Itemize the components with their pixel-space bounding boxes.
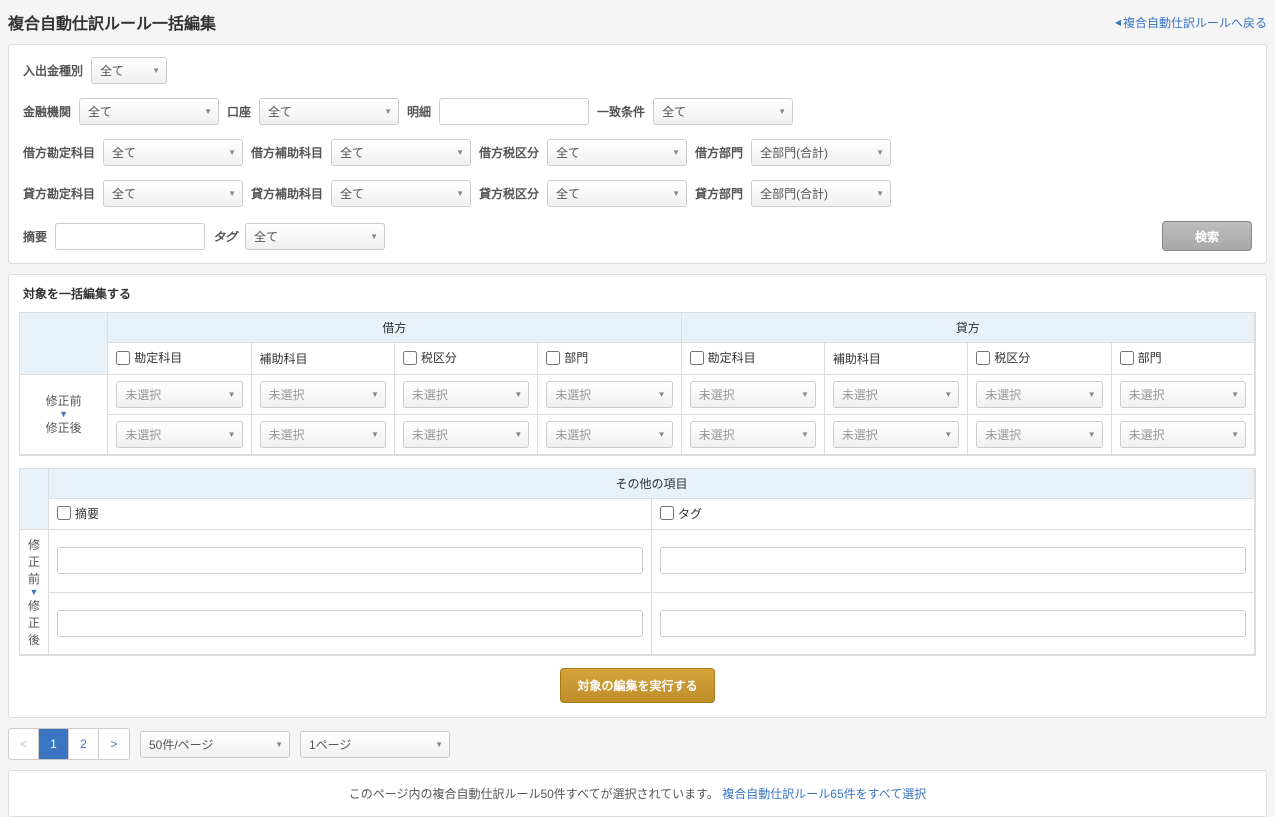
- row-before-label-other: 修正前: [28, 536, 40, 587]
- filter-panel: 入出金種別 全て 金融機関 全て 口座 全て 明細 一致条件 全て 借方勘定科目…: [8, 44, 1267, 264]
- page-1[interactable]: 1: [39, 729, 69, 759]
- label-account: 口座: [227, 103, 251, 120]
- select-tag[interactable]: 全て: [245, 223, 385, 250]
- after-dr-sub[interactable]: 未選択: [260, 421, 386, 448]
- checkbox-dr-item[interactable]: [116, 351, 130, 365]
- before-dr-item[interactable]: 未選択: [116, 381, 242, 408]
- select-all-link[interactable]: 複合自動仕訳ルール65件をすべて選択: [722, 787, 926, 801]
- select-cr-tax[interactable]: 全て: [547, 180, 687, 207]
- select-type[interactable]: 全て: [91, 57, 167, 84]
- page-group: < 1 2 >: [8, 728, 130, 760]
- before-cr-dept[interactable]: 未選択: [1120, 381, 1246, 408]
- execute-button[interactable]: 対象の編集を実行する: [560, 668, 714, 703]
- label-dr-dept: 借方部門: [695, 144, 743, 161]
- pagination: < 1 2 > 50件/ページ 1ページ: [8, 728, 1267, 760]
- select-cr-sub[interactable]: 全て: [331, 180, 471, 207]
- after-cr-item[interactable]: 未選択: [690, 421, 816, 448]
- label-match: 一致条件: [597, 103, 645, 120]
- input-detail[interactable]: [439, 98, 589, 125]
- page-next[interactable]: >: [99, 729, 129, 759]
- page-header: 複合自動仕訳ルール一括編集 複合自動仕訳ルールへ戻る: [8, 10, 1267, 34]
- row-after-label: 修正後: [28, 419, 99, 436]
- after-dr-item[interactable]: 未選択: [116, 421, 242, 448]
- bulk-table-other: その他の項目 摘要 タグ 修正前 ▼ 修正後: [19, 468, 1256, 657]
- before-dr-sub[interactable]: 未選択: [260, 381, 386, 408]
- after-dr-tax[interactable]: 未選択: [403, 421, 529, 448]
- row-after-label-other: 修正後: [28, 597, 40, 648]
- select-cr-item[interactable]: 全て: [103, 180, 243, 207]
- search-button[interactable]: 検索: [1162, 221, 1252, 251]
- select-dr-tax[interactable]: 全て: [547, 139, 687, 166]
- page-2[interactable]: 2: [69, 729, 99, 759]
- after-cr-dept[interactable]: 未選択: [1120, 421, 1246, 448]
- label-cr-sub: 貸方補助科目: [251, 185, 323, 202]
- label-dr-item: 借方勘定科目: [23, 144, 95, 161]
- select-account[interactable]: 全て: [259, 98, 399, 125]
- select-cr-dept[interactable]: 全部門(合計): [751, 180, 891, 207]
- before-dr-dept[interactable]: 未選択: [546, 381, 672, 408]
- other-header: その他の項目: [49, 469, 1255, 499]
- label-tag: タグ: [213, 228, 237, 245]
- arrow-down-icon: ▼: [28, 587, 40, 597]
- select-dr-item[interactable]: 全て: [103, 139, 243, 166]
- after-cr-sub[interactable]: 未選択: [833, 421, 959, 448]
- page-prev[interactable]: <: [9, 729, 39, 759]
- bulk-table-drcr: 借方 貸方 勘定科目 補助科目 税区分 部門 勘定科目 補助科目 税区分 部門 …: [19, 312, 1256, 456]
- row-before-label: 修正前: [28, 392, 99, 409]
- bulk-edit-panel: 対象を一括編集する 借方 貸方 勘定科目 補助科目 税区分 部門 勘定科目 補助…: [8, 274, 1267, 718]
- dr-header: 借方: [108, 313, 681, 343]
- label-dr-sub: 借方補助科目: [251, 144, 323, 161]
- arrow-down-icon: ▼: [28, 409, 99, 419]
- before-summary-input[interactable]: [57, 547, 643, 574]
- after-summary-input[interactable]: [57, 610, 643, 637]
- selection-info: このページ内の複合自動仕訳ルール50件すべてが選択されています。 複合自動仕訳ル…: [8, 770, 1267, 817]
- per-page-select[interactable]: 50件/ページ: [140, 731, 290, 758]
- page-title: 複合自動仕訳ルール一括編集: [8, 10, 216, 34]
- select-dr-dept[interactable]: 全部門(合計): [751, 139, 891, 166]
- select-dr-sub[interactable]: 全て: [331, 139, 471, 166]
- after-dr-dept[interactable]: 未選択: [546, 421, 672, 448]
- label-cr-dept: 貸方部門: [695, 185, 743, 202]
- checkbox-dr-dept[interactable]: [546, 351, 560, 365]
- after-cr-tax[interactable]: 未選択: [976, 421, 1102, 448]
- select-institution[interactable]: 全て: [79, 98, 219, 125]
- checkbox-cr-dept[interactable]: [1120, 351, 1134, 365]
- label-dr-tax: 借方税区分: [479, 144, 539, 161]
- checkbox-cr-item[interactable]: [690, 351, 704, 365]
- label-summary: 摘要: [23, 228, 47, 245]
- label-cr-tax: 貸方税区分: [479, 185, 539, 202]
- bulk-section-title: 対象を一括編集する: [9, 275, 1266, 312]
- checkbox-summary[interactable]: [57, 506, 71, 520]
- cr-header: 貸方: [682, 313, 1255, 343]
- before-dr-tax[interactable]: 未選択: [403, 381, 529, 408]
- label-type: 入出金種別: [23, 62, 83, 79]
- checkbox-dr-tax[interactable]: [403, 351, 417, 365]
- before-tag-input[interactable]: [660, 547, 1246, 574]
- before-cr-item[interactable]: 未選択: [690, 381, 816, 408]
- selection-info-text: このページ内の複合自動仕訳ルール50件すべてが選択されています。: [349, 787, 719, 801]
- select-match[interactable]: 全て: [653, 98, 793, 125]
- label-institution: 金融機関: [23, 103, 71, 120]
- goto-page-select[interactable]: 1ページ: [300, 731, 450, 758]
- before-cr-sub[interactable]: 未選択: [833, 381, 959, 408]
- checkbox-tag[interactable]: [660, 506, 674, 520]
- label-cr-item: 貸方勘定科目: [23, 185, 95, 202]
- input-summary[interactable]: [55, 223, 205, 250]
- back-link[interactable]: 複合自動仕訳ルールへ戻る: [1115, 14, 1267, 31]
- after-tag-input[interactable]: [660, 610, 1246, 637]
- checkbox-cr-tax[interactable]: [976, 351, 990, 365]
- before-cr-tax[interactable]: 未選択: [976, 381, 1102, 408]
- label-detail: 明細: [407, 103, 431, 120]
